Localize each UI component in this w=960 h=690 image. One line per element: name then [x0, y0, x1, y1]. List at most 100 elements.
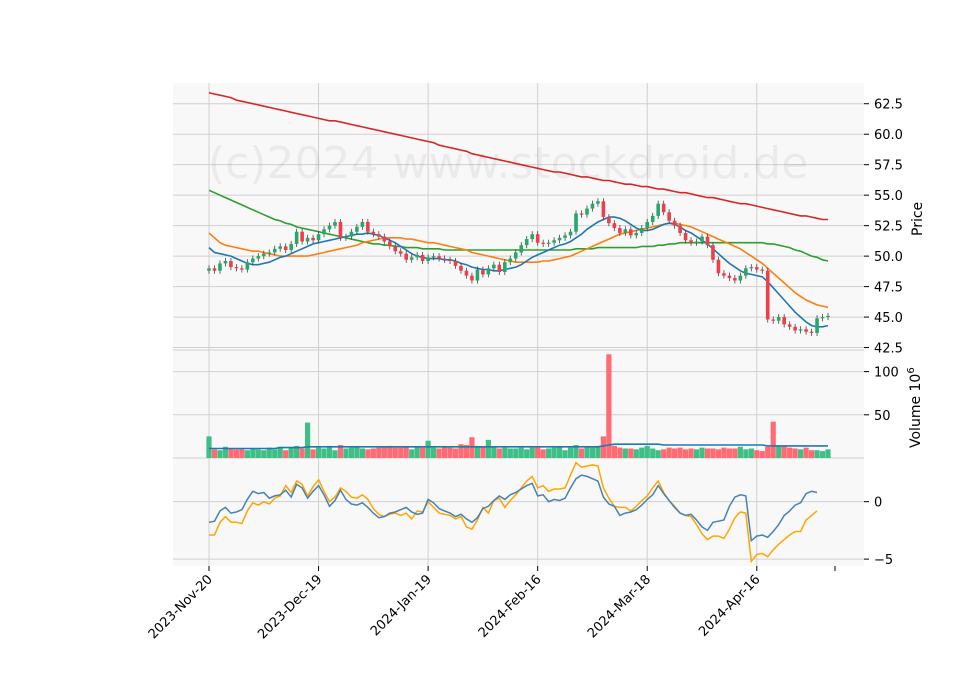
candle-body — [667, 212, 671, 221]
candle-body — [251, 258, 255, 263]
candle-body — [700, 236, 704, 242]
candle-body — [387, 241, 392, 247]
volume-bar — [414, 446, 420, 458]
candle-body — [568, 231, 573, 236]
candle-body — [793, 326, 797, 331]
candle-body — [338, 221, 343, 238]
candle-body — [541, 242, 545, 244]
volume-bar — [715, 449, 722, 458]
volume-bar — [693, 449, 700, 458]
volume-bar — [343, 448, 349, 458]
candle-body — [360, 221, 365, 227]
candle-body — [393, 246, 398, 252]
volume-bar — [491, 446, 497, 458]
volume-bar — [370, 448, 376, 458]
volume-axis-title: Volume 106 — [906, 367, 924, 448]
volume-bar — [502, 447, 508, 458]
volume-bar — [606, 354, 612, 458]
stock-chart: (c)2024 www.stockdroid.de 2023-Nov-20 202… — [146, 83, 926, 642]
volume-bar — [474, 445, 481, 458]
price-tick-label: 42.5 — [874, 342, 903, 357]
volume-bar — [781, 445, 787, 458]
volume-bar — [622, 448, 628, 458]
x-tick-label: 2024-Mar-18 — [585, 572, 654, 641]
candle-body — [420, 254, 425, 261]
candle-body — [563, 235, 567, 238]
candle-body — [437, 256, 441, 259]
candle-body — [524, 239, 529, 246]
volume-bar — [250, 448, 256, 458]
candle-body — [503, 262, 507, 272]
volume-bar — [283, 450, 289, 458]
candle-body — [240, 268, 244, 270]
volume-panel-bg — [173, 350, 864, 458]
volume-bar — [420, 447, 426, 458]
candle-body — [283, 246, 288, 251]
candle-body — [754, 267, 759, 270]
candle-body — [607, 217, 611, 224]
candle-body — [672, 220, 677, 226]
candle-body — [612, 223, 617, 229]
volume-bar — [409, 449, 415, 458]
candle-body — [519, 245, 524, 253]
volume-bar — [551, 447, 557, 458]
volume-bar — [206, 436, 212, 458]
candle-body — [311, 237, 315, 241]
candle-body — [278, 246, 283, 249]
price-axis-title: Price — [910, 202, 926, 236]
candle-body — [585, 208, 589, 215]
volume-bar — [518, 447, 524, 458]
volume-bar — [365, 449, 371, 458]
volume-bar — [628, 448, 634, 458]
candle-body — [634, 232, 639, 236]
candle-body — [377, 234, 381, 237]
candle-body — [508, 258, 513, 263]
candle-body — [497, 264, 502, 272]
candle-body — [470, 275, 474, 281]
candle-body — [798, 329, 803, 331]
volume-bar — [485, 439, 491, 458]
volume-bar — [507, 448, 513, 458]
candle-body — [574, 213, 578, 232]
candle-body — [650, 215, 655, 222]
candle-body — [442, 258, 447, 260]
candle-body — [661, 203, 666, 213]
price-tick-label: 57.5 — [874, 159, 903, 174]
volume-bar — [808, 450, 815, 458]
volume-bar — [639, 447, 645, 458]
candle-body — [371, 231, 376, 235]
volume-bar — [376, 447, 382, 458]
candle-body — [234, 267, 239, 269]
candle-body — [809, 331, 814, 333]
volume-bar — [699, 447, 705, 458]
volume-bar — [261, 450, 267, 458]
volume-bar — [754, 450, 760, 458]
volume-bar — [304, 422, 311, 458]
candle-body — [782, 317, 786, 325]
volume-bar — [239, 448, 245, 458]
candle-body — [689, 240, 693, 243]
volume-bar — [672, 448, 678, 458]
volume-bar — [792, 448, 798, 458]
volume-bar — [211, 449, 218, 458]
candle-body — [289, 243, 293, 251]
candle-body — [349, 231, 354, 237]
candle-body — [618, 228, 622, 233]
volume-bar — [611, 445, 617, 458]
candle-body — [546, 242, 551, 244]
candle-body — [656, 203, 660, 216]
candle-body — [820, 317, 825, 319]
volume-bar — [217, 450, 223, 458]
volume-bar — [748, 448, 754, 458]
volume-bar — [496, 448, 502, 458]
candle-body — [628, 229, 633, 236]
volume-bar — [589, 447, 596, 458]
candle-body — [409, 257, 414, 260]
volume-bar — [447, 447, 453, 458]
volume-bar — [315, 447, 322, 458]
volume-bar — [480, 446, 486, 458]
volume-bar — [595, 445, 601, 458]
candle-body — [738, 275, 743, 281]
volume-bar — [299, 448, 305, 458]
volume-bar — [233, 449, 239, 458]
